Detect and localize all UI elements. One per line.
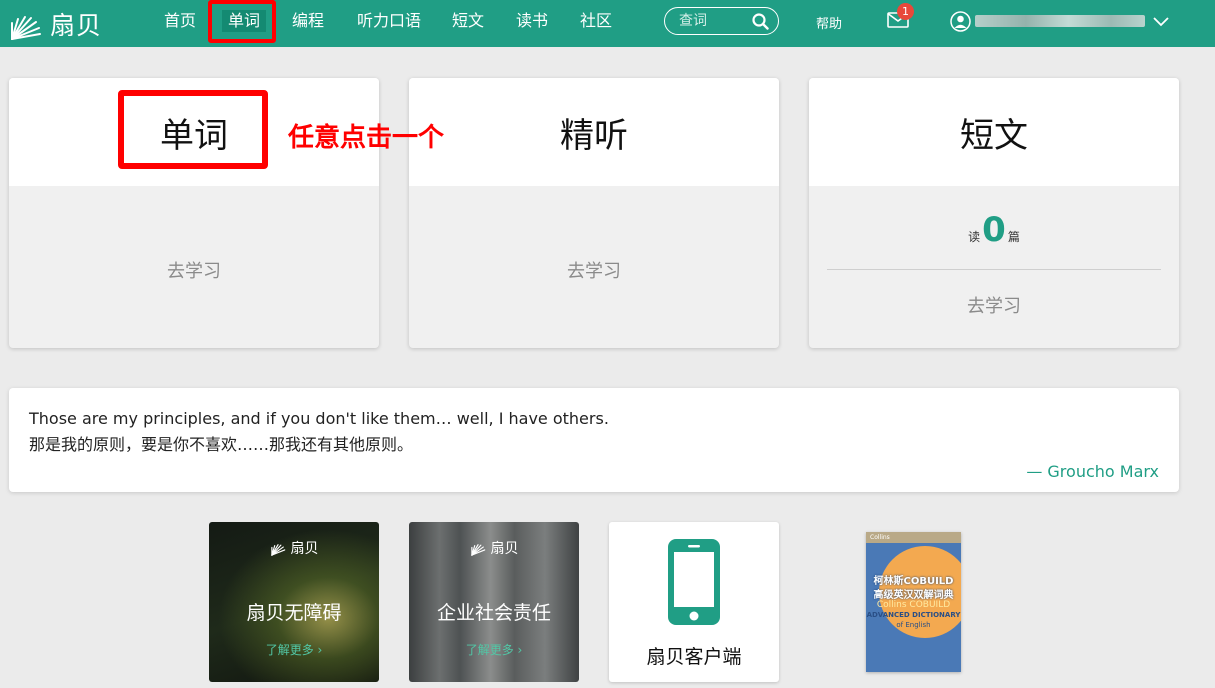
tile-logo-text: 扇贝: [290, 541, 319, 557]
card-header: 精听: [409, 78, 779, 186]
search-box: [664, 7, 779, 35]
user-avatar-icon[interactable]: [950, 11, 971, 32]
card-title-articles: 短文: [960, 116, 1028, 156]
quote-english: Those are my principles, and if you don'…: [29, 409, 609, 428]
username-blurred[interactable]: [975, 15, 1145, 27]
quote-chinese: 那是我的原则，要是你不喜欢……那我还有其他原则。: [29, 435, 414, 454]
book-title-zh-2: 高级英汉双解词典: [873, 590, 954, 601]
logo-text: 扇贝: [50, 11, 103, 40]
book-top-bar: Collins: [866, 532, 961, 543]
read-suffix: 篇: [1007, 230, 1020, 244]
nav-programming[interactable]: 编程: [292, 10, 324, 32]
promo-accessibility[interactable]: 扇贝 扇贝无障碍 了解更多 ›: [209, 522, 379, 682]
annotation-text: 任意点击一个: [288, 123, 445, 153]
shell-logo-icon: [470, 544, 485, 556]
go-study-link[interactable]: 去学习: [809, 292, 1179, 318]
book-title-en-1: Collins COBUILD: [876, 600, 951, 610]
search-icon[interactable]: [752, 13, 769, 30]
book-title-zh-1: 柯林斯COBUILD: [873, 576, 954, 587]
read-count: 0: [982, 210, 1006, 250]
tile-title: 扇贝无障碍: [246, 602, 342, 624]
card-header: 短文: [809, 78, 1179, 186]
book-title-en-3: of English: [896, 621, 931, 629]
highlight-box-card-words: [118, 90, 268, 169]
read-count-row: 读0 篇: [809, 210, 1179, 250]
card-articles[interactable]: 短文 读0 篇 去学习: [809, 78, 1179, 348]
tile-logo: 扇贝: [409, 538, 579, 558]
chevron-down-icon[interactable]: [1152, 15, 1170, 27]
nav-reading[interactable]: 读书: [516, 10, 548, 32]
phone-icon: [668, 539, 720, 625]
read-prefix: 读: [968, 230, 981, 244]
notification-badge: 1: [897, 3, 914, 20]
promo-csr[interactable]: 扇贝 企业社会责任 了解更多 ›: [409, 522, 579, 682]
search-input[interactable]: [679, 11, 749, 31]
help-link[interactable]: 帮助: [816, 13, 842, 32]
go-study-link[interactable]: 去学习: [9, 257, 379, 283]
divider: [827, 269, 1161, 270]
tile-title: 企业社会责任: [436, 602, 551, 624]
daily-quote: Those are my principles, and if you don'…: [9, 388, 1179, 492]
collins-dictionary-cover[interactable]: Collins 柯林斯COBUILD 高级英汉双解词典 Collins COBU…: [866, 532, 961, 672]
nav-home[interactable]: 首页: [164, 10, 196, 32]
learn-more-link[interactable]: 了解更多 ›: [209, 641, 379, 658]
top-navbar: 扇贝 首页 单词 编程 听力口语 短文 读书 社区 帮助 1: [0, 0, 1215, 47]
learn-more-link[interactable]: 了解更多 ›: [409, 641, 579, 658]
shell-logo-icon: [11, 16, 41, 40]
tile-title: 扇贝客户端: [646, 646, 742, 668]
tile-logo: 扇贝: [209, 538, 379, 558]
quote-author: — Groucho Marx: [1026, 462, 1159, 481]
shell-logo-icon: [270, 544, 285, 556]
highlight-box-nav-words: [208, 0, 276, 43]
go-study-link[interactable]: 去学习: [409, 257, 779, 283]
shanbay-logo[interactable]: 扇贝: [8, 2, 102, 46]
tile-logo-text: 扇贝: [490, 541, 519, 557]
book-title-en-2: ADVANCED DICTIONARY: [866, 611, 961, 619]
nav-listening-speaking[interactable]: 听力口语: [357, 10, 421, 32]
nav-articles[interactable]: 短文: [452, 10, 484, 32]
nav-community[interactable]: 社区: [580, 10, 612, 32]
promo-mobile-app[interactable]: 扇贝客户端: [609, 522, 779, 682]
card-title-listening: 精听: [560, 116, 628, 156]
card-listening[interactable]: 精听 去学习: [409, 78, 779, 348]
